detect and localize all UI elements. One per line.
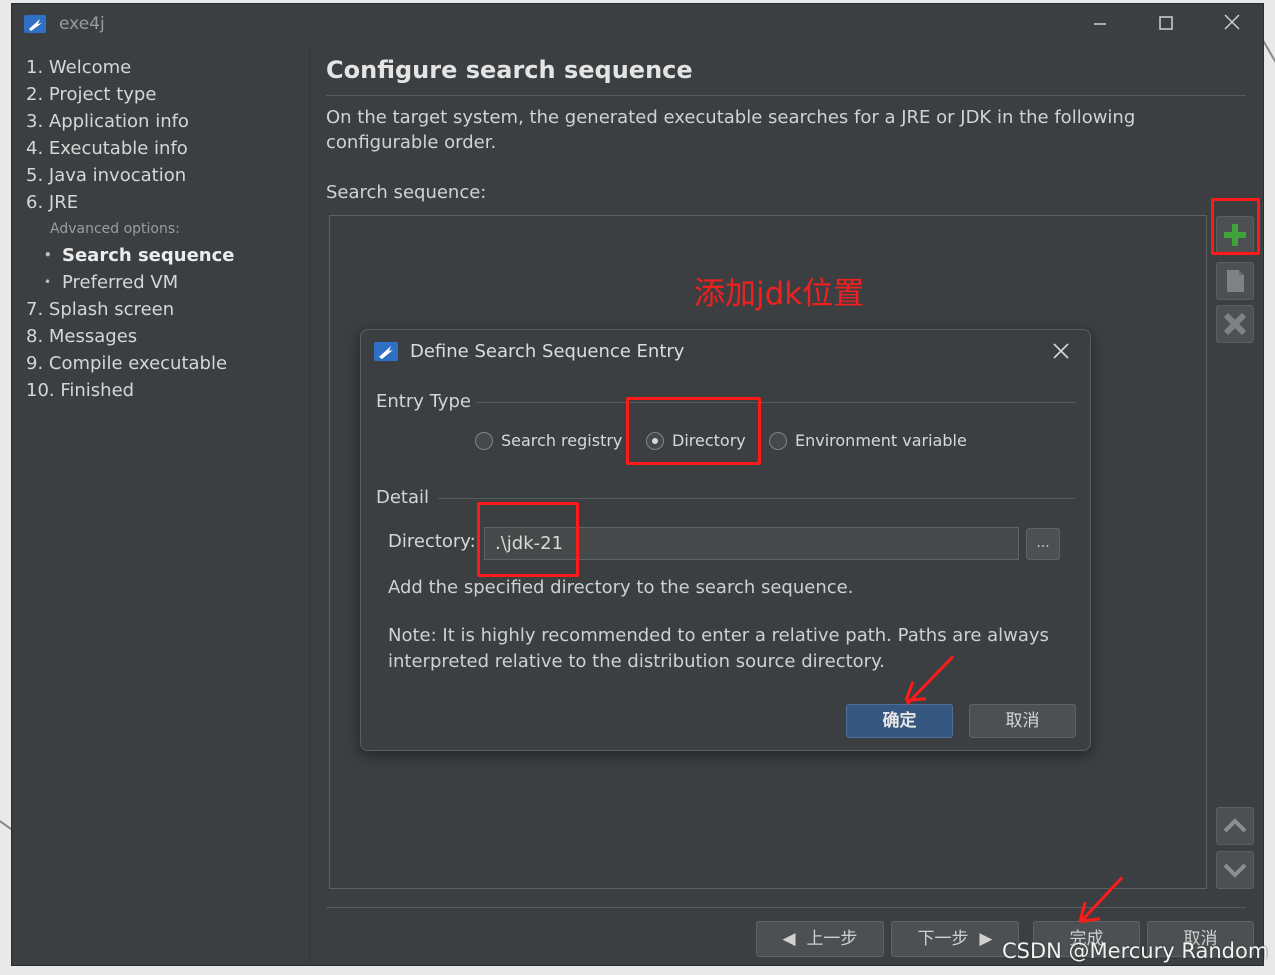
step-jre[interactable]: 6. JRE	[26, 189, 306, 216]
step-java-invocation[interactable]: 5. Java invocation	[26, 162, 306, 189]
exe4j-window: exe4j 1. Welcome 2. Project type 3. Appl…	[11, 3, 1264, 966]
window-title: exe4j	[59, 14, 105, 34]
entry-type-label: Entry Type	[376, 391, 471, 412]
dialog-close-button[interactable]	[1043, 336, 1079, 372]
back-button[interactable]: ◀ 上一步	[756, 921, 884, 957]
page-title: Configure search sequence	[326, 56, 693, 84]
annotation-box-directory-input	[477, 502, 579, 577]
delete-x-icon	[1223, 312, 1247, 336]
step-project-type[interactable]: 2. Project type	[26, 81, 306, 108]
maximize-icon	[1159, 16, 1173, 30]
step-search-sequence[interactable]: Search sequence	[26, 242, 306, 269]
annotation-box-directory-radio	[626, 397, 761, 465]
step-compile-executable[interactable]: 9. Compile executable	[26, 350, 306, 377]
step-preferred-vm[interactable]: Preferred VM	[26, 269, 306, 296]
exe4j-dialog-icon	[374, 342, 398, 361]
minimize-button[interactable]	[1080, 10, 1120, 40]
move-down-button[interactable]	[1216, 851, 1254, 889]
remove-entry-button[interactable]	[1216, 305, 1254, 343]
radio-environment-variable[interactable]: Environment variable	[769, 431, 967, 450]
sidebar-divider	[309, 46, 310, 966]
entry-type-divider	[476, 402, 1076, 403]
triangle-left-icon: ◀	[782, 929, 796, 949]
close-icon	[1053, 343, 1069, 359]
close-icon	[1224, 14, 1240, 30]
annotation-add-jdk-location: 添加jdk位置	[694, 276, 865, 312]
dialog-cancel-button[interactable]: 取消	[969, 704, 1076, 738]
browse-button[interactable]: ...	[1026, 528, 1060, 560]
step-welcome[interactable]: 1. Welcome	[26, 54, 306, 81]
csdn-watermark: CSDN @Mercury Random	[1002, 939, 1269, 963]
document-icon	[1227, 270, 1244, 292]
minimize-icon	[1094, 23, 1106, 25]
radio-search-registry-label: Search registry	[501, 431, 623, 450]
page-description: On the target system, the generated exec…	[326, 107, 1136, 153]
chevron-down-icon	[1223, 863, 1247, 878]
edit-entry-button[interactable]	[1216, 262, 1254, 300]
detail-divider	[438, 498, 1075, 499]
maximize-button[interactable]	[1146, 10, 1186, 40]
title-bar: exe4j	[12, 4, 1263, 46]
radio-env-var-label: Environment variable	[795, 431, 967, 450]
next-button-label: 下一步	[917, 929, 969, 949]
step-application-info[interactable]: 3. Application info	[26, 108, 306, 135]
back-button-label: 上一步	[806, 929, 858, 949]
advanced-options-label: Advanced options:	[50, 221, 180, 237]
next-button[interactable]: 下一步 ▶	[891, 921, 1019, 957]
ok-button-label: 确定	[882, 711, 917, 731]
detail-label: Detail	[376, 487, 430, 508]
note-line-1: Note: It is highly recommended to enter …	[388, 625, 1049, 646]
wizard-steps-sidebar: 1. Welcome 2. Project type 3. Applicatio…	[26, 54, 306, 404]
title-divider	[326, 95, 1246, 96]
ellipsis-icon: ...	[1036, 535, 1050, 551]
move-up-button[interactable]	[1216, 807, 1254, 845]
exe4j-app-icon	[24, 15, 46, 33]
chevron-up-icon	[1223, 818, 1247, 833]
radio-indicator	[769, 431, 787, 450]
radio-search-registry[interactable]: Search registry	[475, 431, 622, 450]
dialog-cancel-button-label: 取消	[1005, 711, 1040, 731]
note-line-2: interpreted relative to the distribution…	[388, 651, 885, 672]
radio-indicator	[475, 431, 493, 450]
directory-label: Directory:	[388, 531, 476, 552]
annotation-box-add-button	[1211, 198, 1260, 255]
desktop-background-stroke	[1262, 40, 1275, 76]
ok-button[interactable]: 确定	[846, 704, 953, 738]
define-search-sequence-entry-dialog: Define Search Sequence Entry Entry Type …	[360, 329, 1091, 751]
step-messages[interactable]: 8. Messages	[26, 323, 306, 350]
step-splash-screen[interactable]: 7. Splash screen	[26, 296, 306, 323]
footer-divider	[326, 907, 1246, 908]
directory-help-text: Add the specified directory to the searc…	[388, 577, 854, 598]
step-executable-info[interactable]: 4. Executable info	[26, 135, 306, 162]
search-sequence-label: Search sequence:	[326, 182, 487, 203]
close-button[interactable]	[1212, 10, 1252, 40]
dialog-title: Define Search Sequence Entry	[410, 341, 685, 362]
step-finished[interactable]: 10. Finished	[26, 377, 306, 404]
triangle-right-icon: ▶	[979, 929, 993, 949]
